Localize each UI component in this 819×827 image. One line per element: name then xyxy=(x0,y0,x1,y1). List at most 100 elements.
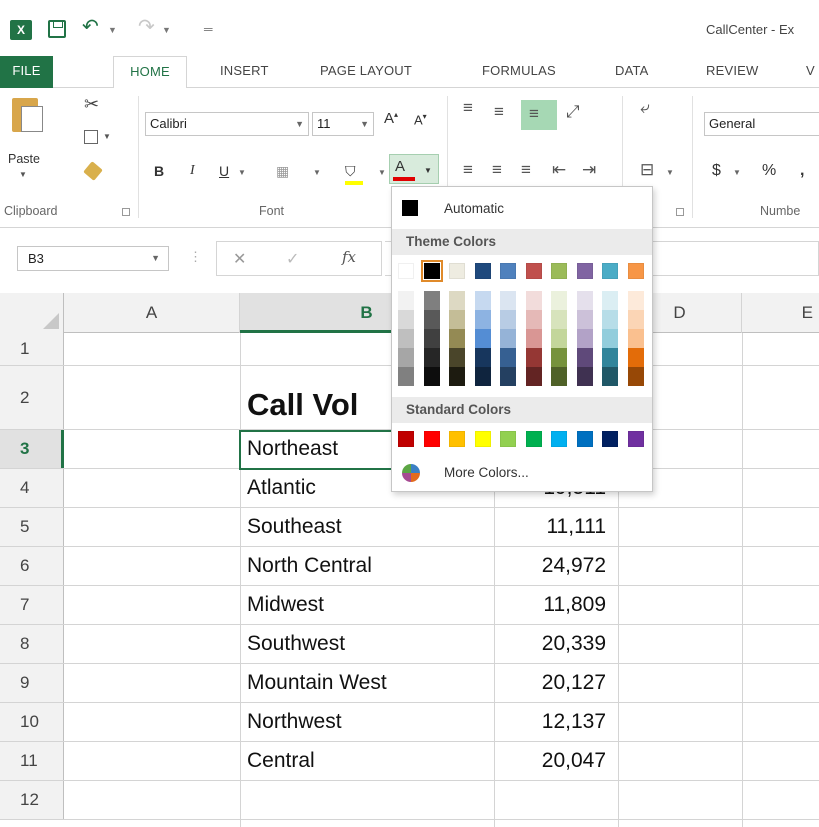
theme-shade-swatch[interactable] xyxy=(449,348,465,367)
theme-shade-swatch[interactable] xyxy=(551,329,567,348)
theme-shade-swatch[interactable] xyxy=(449,310,465,329)
theme-shade-swatch[interactable] xyxy=(474,367,491,386)
theme-shade-swatch[interactable] xyxy=(398,291,414,310)
theme-shade-swatch[interactable] xyxy=(423,348,440,367)
align-right-icon[interactable]: ≡ xyxy=(521,160,531,180)
cell-b3[interactable]: Northeast xyxy=(247,430,338,468)
font-size-dropdown[interactable]: 11 ▼ xyxy=(312,112,374,136)
theme-shade-swatch[interactable] xyxy=(602,348,618,367)
cell-b8[interactable]: Southwest xyxy=(247,625,345,663)
currency-button[interactable]: $ xyxy=(712,160,721,182)
customize-qat-icon[interactable]: ═ xyxy=(204,22,213,36)
theme-shade-swatch[interactable] xyxy=(423,310,440,329)
theme-shade-swatch[interactable] xyxy=(627,329,644,348)
standard-color-swatch[interactable] xyxy=(474,431,491,447)
borders-icon[interactable]: ▦ xyxy=(276,160,289,182)
row-header[interactable]: 4 xyxy=(0,469,64,507)
row-header[interactable]: 7 xyxy=(0,586,64,624)
theme-color-swatch[interactable] xyxy=(449,263,465,279)
standard-color-swatch[interactable] xyxy=(449,431,465,447)
cell-c8[interactable]: 20,339 xyxy=(494,625,606,663)
standard-color-swatch[interactable] xyxy=(500,431,516,447)
theme-shade-swatch[interactable] xyxy=(551,367,567,386)
theme-shade-swatch[interactable] xyxy=(423,291,440,310)
copy-icon[interactable] xyxy=(84,130,98,144)
row-header[interactable]: 1 xyxy=(0,333,64,365)
theme-shade-swatch[interactable] xyxy=(398,310,414,329)
merge-center-icon[interactable]: ⊟ xyxy=(640,160,654,180)
theme-shade-swatch[interactable] xyxy=(602,367,618,386)
row-header[interactable]: 5 xyxy=(0,508,64,546)
tab-view[interactable]: V xyxy=(806,56,815,88)
paste-dropdown-icon[interactable]: ▼ xyxy=(19,170,27,179)
decrease-indent-icon[interactable]: ⇤ xyxy=(552,160,566,180)
theme-shade-swatch[interactable] xyxy=(474,291,491,310)
row-header[interactable]: 10 xyxy=(0,703,64,741)
align-top-icon[interactable]: ≡ xyxy=(463,98,473,118)
clipboard-launcher-icon[interactable] xyxy=(122,208,130,216)
cancel-icon[interactable]: ✕ xyxy=(233,249,246,269)
cell-c6[interactable]: 24,972 xyxy=(494,547,606,585)
theme-shade-swatch[interactable] xyxy=(551,348,567,367)
theme-shade-swatch[interactable] xyxy=(602,291,618,310)
theme-shade-swatch[interactable] xyxy=(525,367,542,386)
cell-b10[interactable]: Northwest xyxy=(247,703,342,741)
highlight-icon[interactable]: ⛉ xyxy=(345,160,356,182)
theme-shade-swatch[interactable] xyxy=(627,367,644,386)
cell-b9[interactable]: Mountain West xyxy=(247,664,387,702)
theme-shade-swatch[interactable] xyxy=(525,348,542,367)
increase-font-size-icon[interactable]: A▴ xyxy=(384,110,398,127)
percent-button[interactable]: % xyxy=(762,160,776,182)
theme-shade-swatch[interactable] xyxy=(500,348,516,367)
underline-button[interactable]: U xyxy=(219,160,229,182)
cell-b4[interactable]: Atlantic xyxy=(247,469,316,507)
row-header[interactable]: 8 xyxy=(0,625,64,663)
copy-dropdown-icon[interactable]: ▼ xyxy=(103,132,111,141)
standard-color-swatch[interactable] xyxy=(398,431,414,447)
standard-color-swatch[interactable] xyxy=(576,431,593,447)
theme-shade-swatch[interactable] xyxy=(602,310,618,329)
theme-color-swatch[interactable] xyxy=(525,263,542,279)
theme-shade-swatch[interactable] xyxy=(576,367,593,386)
theme-shade-swatch[interactable] xyxy=(500,291,516,310)
cell-b7[interactable]: Midwest xyxy=(247,586,324,624)
font-name-dropdown[interactable]: Calibri ▼ xyxy=(145,112,309,136)
column-header-e[interactable]: E xyxy=(742,293,819,333)
theme-shade-swatch[interactable] xyxy=(398,367,414,386)
undo-icon[interactable]: ↶ xyxy=(82,14,99,39)
more-colors-option[interactable]: More Colors... xyxy=(392,457,652,489)
theme-shade-swatch[interactable] xyxy=(627,310,644,329)
bold-button[interactable]: B xyxy=(154,160,164,182)
number-format-dropdown[interactable]: General xyxy=(704,112,819,136)
align-bottom-icon[interactable]: ≡ xyxy=(529,104,539,124)
theme-shade-swatch[interactable] xyxy=(525,310,542,329)
cell-b2-title[interactable]: Call Vol xyxy=(247,366,358,429)
tab-insert[interactable]: INSERT xyxy=(220,56,269,88)
cell-c10[interactable]: 12,137 xyxy=(494,703,606,741)
theme-color-swatch[interactable] xyxy=(551,263,567,279)
insert-function-icon[interactable]: fx xyxy=(342,248,356,266)
comma-button[interactable]: , xyxy=(800,160,804,182)
row-header[interactable]: 9 xyxy=(0,664,64,702)
standard-color-swatch[interactable] xyxy=(627,431,644,447)
name-box[interactable]: B3 ▼ xyxy=(17,246,169,271)
row-header[interactable]: 3 xyxy=(0,430,64,468)
redo-dropdown-icon[interactable]: ▼ xyxy=(162,25,171,35)
merge-dropdown-icon[interactable]: ▼ xyxy=(666,168,674,177)
theme-shade-swatch[interactable] xyxy=(602,329,618,348)
undo-dropdown-icon[interactable]: ▼ xyxy=(108,25,117,35)
standard-color-swatch[interactable] xyxy=(551,431,567,447)
align-middle-icon[interactable]: ≡ xyxy=(494,102,504,122)
cell-b6[interactable]: North Central xyxy=(247,547,372,585)
theme-color-swatch[interactable] xyxy=(398,263,414,279)
cell-c11[interactable]: 20,047 xyxy=(494,742,606,780)
cut-icon[interactable]: ✂ xyxy=(84,94,99,115)
row-header[interactable]: 2 xyxy=(0,366,64,429)
tab-formulas[interactable]: FORMULAS xyxy=(482,56,556,88)
theme-color-swatch[interactable] xyxy=(576,263,593,279)
theme-shade-swatch[interactable] xyxy=(449,329,465,348)
orientation-icon[interactable]: ⤢ xyxy=(566,102,580,122)
theme-shade-swatch[interactable] xyxy=(576,291,593,310)
theme-shade-swatch[interactable] xyxy=(551,310,567,329)
font-color-icon[interactable]: A xyxy=(395,158,405,175)
